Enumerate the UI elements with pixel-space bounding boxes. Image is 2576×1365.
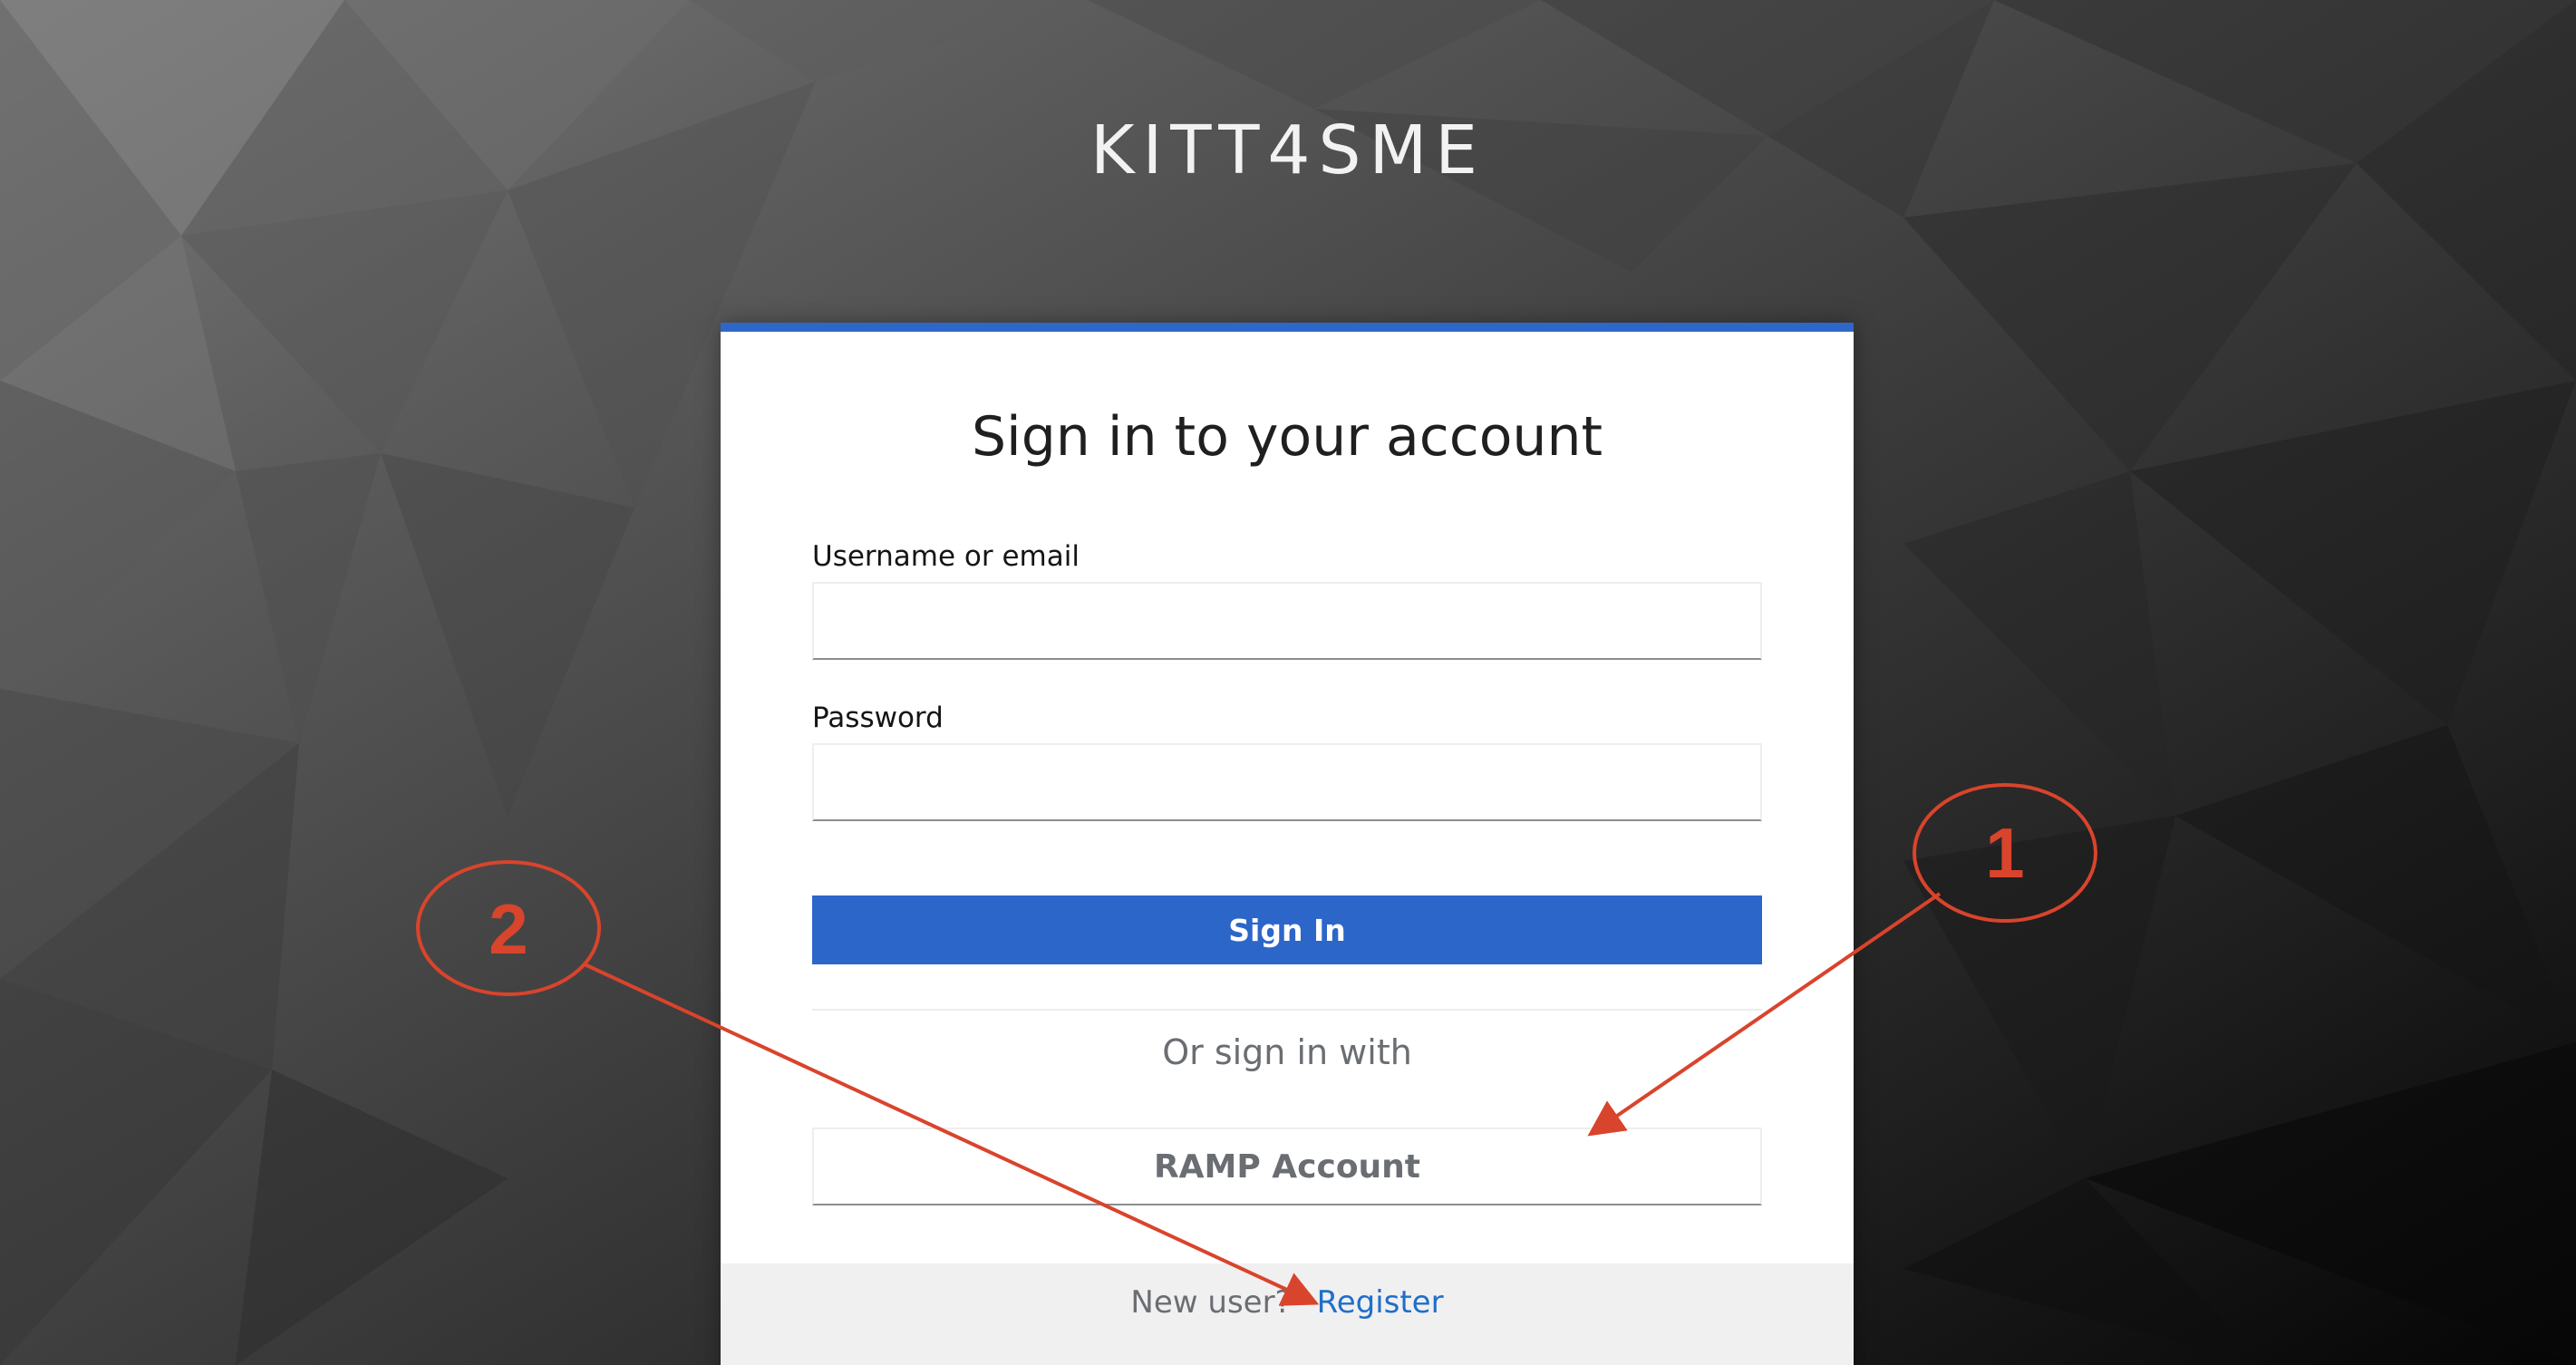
page-title: Sign in to your account xyxy=(971,405,1603,469)
sign-in-button[interactable]: Sign In xyxy=(812,895,1762,964)
card-footer: New user? Register xyxy=(721,1263,1854,1365)
or-sign-in-with-text: Or sign in with xyxy=(1162,1032,1412,1072)
register-link[interactable]: Register xyxy=(1317,1284,1444,1321)
login-card: Sign in to your account Username or emai… xyxy=(721,323,1854,1365)
username-input[interactable] xyxy=(812,582,1762,660)
brand-title: KITT4SME xyxy=(1089,111,1487,189)
ramp-account-button[interactable]: RAMP Account xyxy=(812,1128,1762,1205)
new-user-text: New user? xyxy=(1130,1284,1292,1321)
password-label: Password xyxy=(812,702,944,734)
login-page: KITT4SME Sign in to your account Usernam… xyxy=(0,0,2576,1365)
password-input[interactable] xyxy=(812,743,1762,821)
divider xyxy=(812,1009,1762,1011)
username-label: Username or email xyxy=(812,540,1080,573)
register-prompt: New user? Register xyxy=(721,1280,1854,1325)
